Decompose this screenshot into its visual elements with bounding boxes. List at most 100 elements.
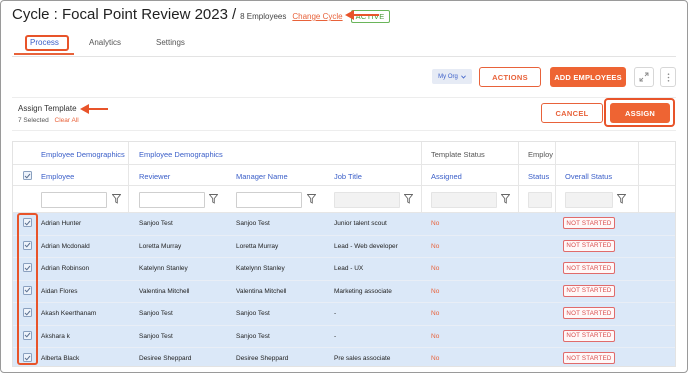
org-select[interactable]: My Org [432,69,472,84]
cell-assigned: No [431,242,440,250]
tab-analytics[interactable]: Analytics [89,38,121,47]
cell-assigned: No [431,220,440,227]
cell-employee: Adrian Robinson [41,265,90,272]
table-row[interactable]: Alberta Black Desiree Sheppard Desiree She… [13,348,675,366]
clear-all-link[interactable]: Clear All [55,117,79,124]
tab-highlight-box [25,35,69,51]
cell-manager-name: Desiree Sheppard [236,355,289,362]
group-header-employee-demographics-2: Employee Demographics [139,150,223,159]
cell-manager-name: Sanjoo Test [236,332,270,340]
table-row[interactable]: Adrian Hunter Sanjoo Test Sanjoo Test Junio… [13,213,675,236]
add-employees-button-label: ADD EMPLOYEES [554,72,622,82]
column-header-manager-name[interactable]: Manager Name [236,172,288,181]
filter-icon[interactable] [112,194,121,204]
filter-row [13,186,675,213]
filter-icon[interactable] [617,194,626,204]
table-row[interactable]: Akshara k Sanjoo Test Sanjoo Test - No NOT ST… [13,325,675,348]
expand-icon [639,72,649,82]
table-row[interactable]: Akash Keerthanam Sanjoo Test Sanjoo Test - N… [13,303,675,326]
employee-filter-input[interactable] [41,192,107,208]
cell-manager-name: Sanjoo Test [236,310,270,317]
group-header-employee-demographics: Employee Demographics [41,150,125,159]
overall-status-badge: NOT STARTED [563,307,615,319]
table-row[interactable]: Adrian Mcdonald Loretta Murray Loretta Mur… [13,235,675,258]
table-row[interactable]: Aidan Flores Valentina Mitchell Valentina … [13,280,675,303]
cell-employee: Adrian Hunter [41,220,82,227]
employee-grid: Employee Demographics Employee Demograph… [12,141,676,367]
cell-job-title: Marketing associate [334,287,392,295]
cell-manager-name: Katelynn Stanley [236,265,285,272]
overall-status-badge: NOT STARTED [563,239,615,252]
title-separator: / [231,6,237,23]
actions-button[interactable]: ACTIONS [479,67,541,87]
group-header-employ: Employ [528,150,554,159]
chevron-down-icon [460,74,466,79]
reviewer-filter-input[interactable] [139,192,205,208]
tabs-divider [12,56,676,57]
column-header-status[interactable]: Status [528,172,549,181]
org-select-label: My Org [438,73,458,80]
overall-status-badge: NOT STARTED [563,217,615,229]
cell-employee: Akshara k [41,332,70,340]
column-divider [128,142,129,213]
assign-highlight-box [604,98,675,127]
add-employees-button[interactable]: ADD EMPLOYEES [550,67,626,87]
select-all-checkbox[interactable] [23,171,32,180]
table-row[interactable]: Adrian Robinson Katelynn Stanley Katelynn … [13,258,675,281]
assigned-filter-input[interactable] [431,192,497,208]
cell-reviewer: Desiree Sheppard [139,355,192,362]
cell-employee: Adrian Mcdonald [41,242,90,250]
expand-button[interactable] [634,67,654,87]
employee-count: 8 Employees [240,12,287,21]
assign-template-title: Assign Template [18,104,77,113]
cell-job-title: Lead - Web developer [334,242,398,250]
status-badge: ACTIVE [350,10,390,23]
cell-job-title: Lead - UX [334,265,364,272]
column-divider [555,142,556,213]
more-vertical-icon [667,72,669,82]
checkbox-check-icon [24,173,31,179]
column-header-assigned[interactable]: Assigned [431,172,462,181]
overall-status-badge: NOT STARTED [563,284,615,297]
cell-employee: Akash Keerthanam [41,310,97,317]
change-cycle-link[interactable]: Change Cycle [292,12,342,21]
filter-icon[interactable] [404,194,413,204]
active-tab-indicator [14,53,74,55]
filter-icon[interactable] [307,194,316,204]
status-filter-input[interactable] [528,192,552,208]
overall-status-badge: NOT STARTED [563,262,615,274]
filter-icon[interactable] [501,194,510,204]
cancel-button[interactable]: CANCEL [541,103,603,123]
cell-reviewer: Valentina Mitchell [139,287,190,295]
cell-assigned: No [431,265,440,272]
cancel-button-label: CANCEL [555,108,589,118]
more-options-button[interactable] [660,67,676,87]
cell-job-title: - [334,332,337,340]
cell-job-title: Junior talent scout [334,220,387,227]
cell-reviewer: Sanjoo Test [139,220,173,227]
cell-manager-name: Valentina Mitchell [236,287,287,295]
tab-settings[interactable]: Settings [156,38,185,47]
column-divider [638,142,639,213]
overall-status-badge: NOT STARTED [563,352,615,364]
column-divider [518,142,519,213]
filter-icon[interactable] [209,194,218,204]
page-title: Cycle : Focal Point Review 2023 [12,6,228,23]
column-header-job-title[interactable]: Job Title [334,172,362,181]
cell-assigned: No [431,332,440,340]
column-divider [421,142,422,213]
column-header-reviewer[interactable]: Reviewer [139,172,170,181]
group-header-template-status: Template Status [431,150,485,159]
checkbox-column-highlight-box [17,213,38,365]
cell-reviewer: Katelynn Stanley [139,265,188,272]
overall-status-filter-input[interactable] [565,192,613,208]
manager-filter-input[interactable] [236,192,302,208]
cell-job-title: - [334,310,337,317]
job-title-filter-input[interactable] [334,192,400,208]
cell-manager-name: Loretta Murray [236,242,279,250]
column-header-overall-status[interactable]: Overall Status [565,172,612,181]
column-header-employee[interactable]: Employee [41,172,74,181]
group-header-row: Employee Demographics Employee Demograph… [13,142,675,165]
page-header: Cycle : Focal Point Review 2023 / 8 Empl… [12,6,390,28]
cell-assigned: No [431,287,440,295]
